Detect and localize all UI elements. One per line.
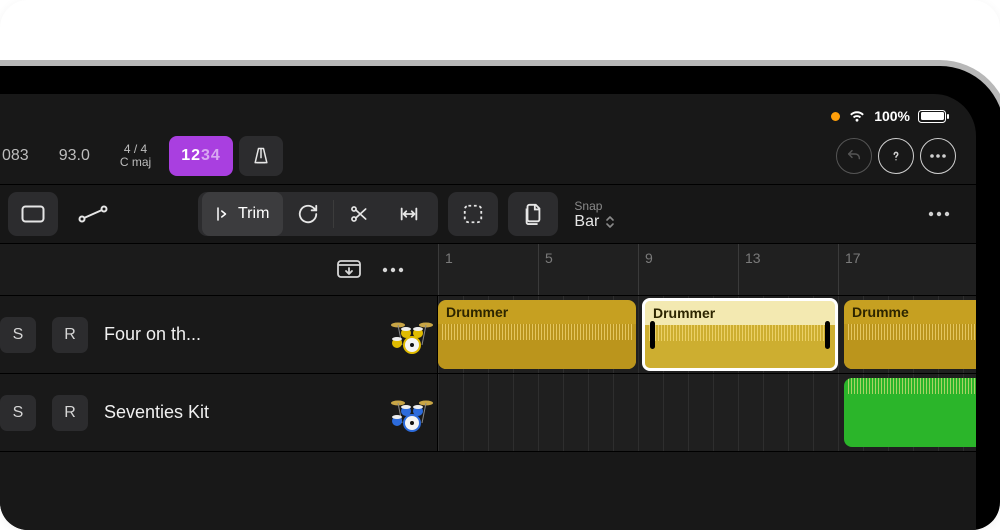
position-display[interactable]: 083 [0,136,41,176]
tempo-display[interactable]: 93.0 [47,136,102,176]
track-lane[interactable] [438,374,976,451]
track-header-more-button[interactable] [382,267,412,273]
ruler-number: 1 [445,250,453,266]
app-screen: 100% 083 93.0 4 / 4 C maj 1234 [0,94,976,530]
snap-label: Snap [574,199,615,214]
ruler-tick: 17 [838,244,938,295]
move-tool-button[interactable] [384,192,434,236]
trim-label: Trim [238,205,269,223]
solo-button[interactable]: S [0,395,36,431]
track-name: Seventies Kit [104,402,371,423]
automation-button[interactable] [68,192,118,236]
battery-percent: 100% [874,108,910,124]
split-tool-button[interactable] [334,192,384,236]
ruler-number: 13 [745,250,761,266]
more-menu-button[interactable] [920,138,956,174]
ruler-number: 9 [645,250,653,266]
recording-indicator-dot [831,112,840,121]
ipad-frame: 100% 083 93.0 4 / 4 C maj 1234 [0,60,1000,530]
region-view-button[interactable] [8,192,58,236]
region-label: Drummer [645,301,835,325]
solo-button[interactable]: S [0,317,36,353]
ruler-tick: 5 [538,244,638,295]
count-in-34: 34 [201,147,221,165]
region[interactable]: Drummer [438,300,636,369]
trim-tool-button[interactable]: Trim [202,192,283,236]
track-instrument-icon[interactable] [387,391,437,435]
timeline-ruler[interactable]: 1 5 9 13 17 [438,244,976,295]
track-row: SR Seventies Kit [0,374,976,452]
tracks-area: SRFour on th... DrummerDrummerDrummeSRSe… [0,296,976,452]
count-in-12: 12 [181,147,201,165]
time-signature-display[interactable]: 4 / 4 C maj [108,136,163,176]
chevron-updown-icon [605,215,615,229]
battery-icon [918,110,946,123]
region-label: Drummer [438,300,636,324]
region-label: Drumme [844,300,976,324]
track-instrument-icon[interactable] [387,313,437,357]
metronome-button[interactable] [239,136,283,176]
copy-tool-button[interactable] [508,192,558,236]
region-trim-handle-left[interactable] [650,321,655,349]
track-name: Four on th... [104,324,371,345]
snap-value: Bar [574,214,599,229]
snap-selector[interactable]: Snap Bar [574,199,615,229]
key-value: C maj [120,156,151,169]
ruler-tick: 9 [638,244,738,295]
loop-tool-button[interactable] [283,192,333,236]
region-trim-handle-right[interactable] [825,321,830,349]
ruler-number: 5 [545,250,553,266]
ruler-tick: 13 [738,244,838,295]
track-header[interactable]: SR Four on th... [0,296,438,373]
ruler-number: 17 [845,250,861,266]
track-lane[interactable]: Drummer Drummer Drumme [438,296,976,373]
region-waveform [848,324,976,340]
region-waveform [649,325,831,341]
wifi-icon [848,109,866,123]
edit-tool-group: Trim [198,192,438,236]
marquee-tool-button[interactable] [448,192,498,236]
tracks-toolbar: Trim Snap [0,184,976,244]
record-enable-button[interactable]: R [52,317,88,353]
region-waveform [848,378,976,394]
catch-playhead-button[interactable] [336,259,362,281]
undo-button[interactable] [836,138,872,174]
ruler-tick: 1 [438,244,538,295]
help-button[interactable] [878,138,914,174]
toolbar-more-button[interactable] [928,211,958,217]
region[interactable] [844,378,976,447]
count-in-button[interactable]: 1234 [169,136,233,176]
region-waveform [442,324,632,340]
control-bar: 083 93.0 4 / 4 C maj 1234 [0,128,976,184]
region[interactable]: Drumme [844,300,976,369]
track-header[interactable]: SR Seventies Kit [0,374,438,451]
track-row: SR Four on th... Drummer Drummer Drumme [0,296,976,374]
status-bar: 100% [0,94,976,128]
record-enable-button[interactable]: R [52,395,88,431]
track-header-row: 1 5 9 13 17 [0,244,976,296]
region-selected[interactable]: Drummer [642,298,838,371]
